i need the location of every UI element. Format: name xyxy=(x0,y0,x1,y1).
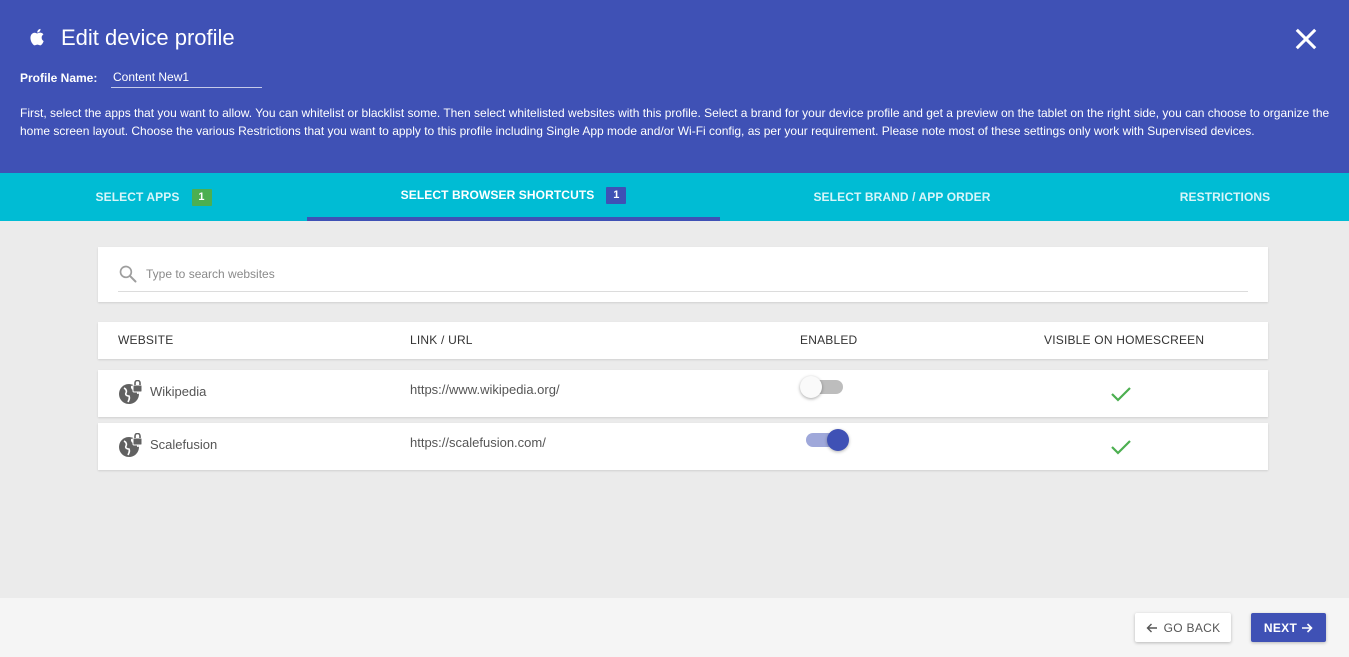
toggle-knob xyxy=(800,376,822,398)
tab-label: SELECT BRAND / APP ORDER xyxy=(813,190,991,204)
header: Edit device profile Profile Name: First,… xyxy=(0,0,1349,173)
search-underline xyxy=(118,291,1248,292)
website-name: Wikipedia xyxy=(150,384,207,399)
tab-restrictions[interactable]: RESTRICTIONS xyxy=(1084,173,1349,221)
search-card xyxy=(98,247,1268,302)
toggle-knob xyxy=(827,429,849,451)
tab-select-browser-shortcuts[interactable]: SELECT BROWSER SHORTCUTS 1 xyxy=(307,173,720,221)
enabled-toggle[interactable] xyxy=(803,425,849,451)
website-url: https://scalefusion.com/ xyxy=(410,435,546,450)
column-header-website: WEBSITE xyxy=(118,333,174,347)
tab-count-badge: 1 xyxy=(191,188,212,206)
go-back-button[interactable]: GO BACK xyxy=(1135,613,1231,642)
table-row: Scalefusion https://scalefusion.com/ xyxy=(98,423,1268,470)
check-icon xyxy=(1111,387,1131,402)
website-name: Scalefusion xyxy=(150,437,218,452)
check-icon xyxy=(1111,440,1131,455)
column-header-enabled: ENABLED xyxy=(800,333,858,347)
profile-name-label: Profile Name: xyxy=(20,71,98,85)
go-back-label: GO BACK xyxy=(1163,620,1221,635)
tab-bar: SELECT APPS 1 SELECT BROWSER SHORTCUTS 1… xyxy=(0,173,1349,221)
globe-lock-icon xyxy=(119,380,143,404)
column-header-visible: VISIBLE ON HOMESCREEN xyxy=(1044,333,1205,347)
table-header: WEBSITE LINK / URL ENABLED VISIBLE ON HO… xyxy=(98,322,1268,359)
arrow-right-icon xyxy=(1302,622,1313,633)
column-header-url: LINK / URL xyxy=(410,333,473,347)
tab-label: SELECT BROWSER SHORTCUTS xyxy=(400,188,595,202)
arrow-left-icon xyxy=(1146,623,1157,632)
tab-label: SELECT APPS xyxy=(95,190,180,204)
table-row: Wikipedia https://www.wikipedia.org/ xyxy=(98,370,1268,417)
next-button[interactable]: NEXT xyxy=(1251,613,1326,642)
globe-lock-icon xyxy=(119,433,143,457)
search-icon xyxy=(119,265,137,283)
enabled-toggle[interactable] xyxy=(800,372,846,398)
close-icon[interactable] xyxy=(1292,25,1320,53)
footer: GO BACK NEXT xyxy=(0,598,1349,657)
tab-select-brand-app-order[interactable]: SELECT BRAND / APP ORDER xyxy=(720,173,1084,221)
apple-icon xyxy=(30,28,44,46)
tab-label: RESTRICTIONS xyxy=(1179,190,1271,204)
next-label: NEXT xyxy=(1263,620,1298,635)
profile-name-input[interactable] xyxy=(111,67,262,88)
profile-description: First, select the apps that you want to … xyxy=(20,106,1330,138)
website-url: https://www.wikipedia.org/ xyxy=(410,382,560,397)
tab-count-badge: 1 xyxy=(606,186,627,204)
tab-select-apps[interactable]: SELECT APPS 1 xyxy=(0,173,307,221)
search-input[interactable] xyxy=(146,262,1248,286)
page-title: Edit device profile xyxy=(61,25,235,50)
